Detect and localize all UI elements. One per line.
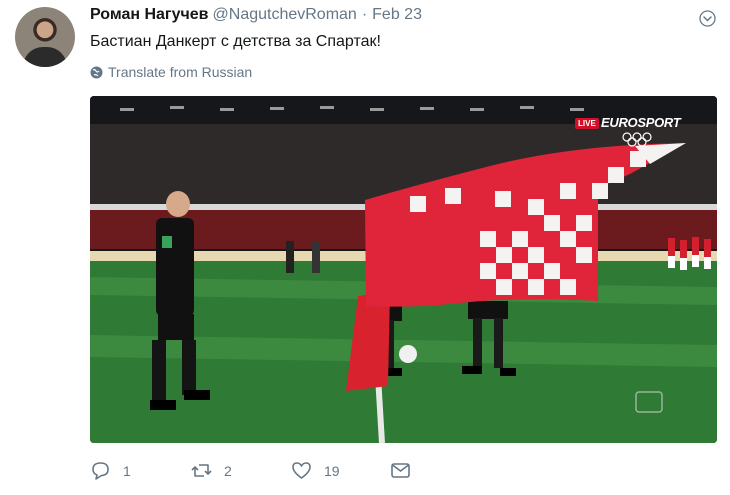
channel-logo: EUROSPORT xyxy=(601,115,681,130)
author-handle[interactable]: @NagutchevRoman xyxy=(213,6,357,24)
reply-button[interactable]: 1 xyxy=(90,460,131,481)
separator: · xyxy=(361,6,368,23)
reply-icon xyxy=(92,462,109,480)
chevron-down-icon[interactable] xyxy=(699,10,716,27)
envelope-icon xyxy=(391,463,410,478)
translate-label: Translate from Russian xyxy=(108,64,253,80)
live-badge: LIVE xyxy=(575,118,599,129)
globe-icon xyxy=(90,66,103,78)
retweet-count: 2 xyxy=(224,462,232,479)
heart-icon xyxy=(292,462,311,479)
reply-count: 1 xyxy=(123,462,131,479)
retweet-button[interactable]: 2 xyxy=(191,460,232,481)
author-avatar[interactable] xyxy=(15,7,75,67)
translate-link[interactable]: Translate from Russian xyxy=(90,64,252,80)
tweet-media[interactable]: LIVE EUROSPORT xyxy=(90,96,717,443)
retweet-icon xyxy=(191,464,212,477)
author-name[interactable]: Роман Нагучев xyxy=(90,6,209,24)
message-button[interactable] xyxy=(390,460,423,481)
like-button[interactable]: 19 xyxy=(291,460,340,481)
tweet-header: Роман Нагучев @NagutchevRoman · Feb 23 xyxy=(90,6,710,28)
match-image xyxy=(90,96,717,443)
tweet-date[interactable]: Feb 23 xyxy=(372,6,422,24)
tweet-actions: 1 2 19 xyxy=(90,460,510,484)
like-count: 19 xyxy=(324,462,340,479)
tweet-text: Бастиан Данкерт с детства за Спартак! xyxy=(90,33,381,50)
